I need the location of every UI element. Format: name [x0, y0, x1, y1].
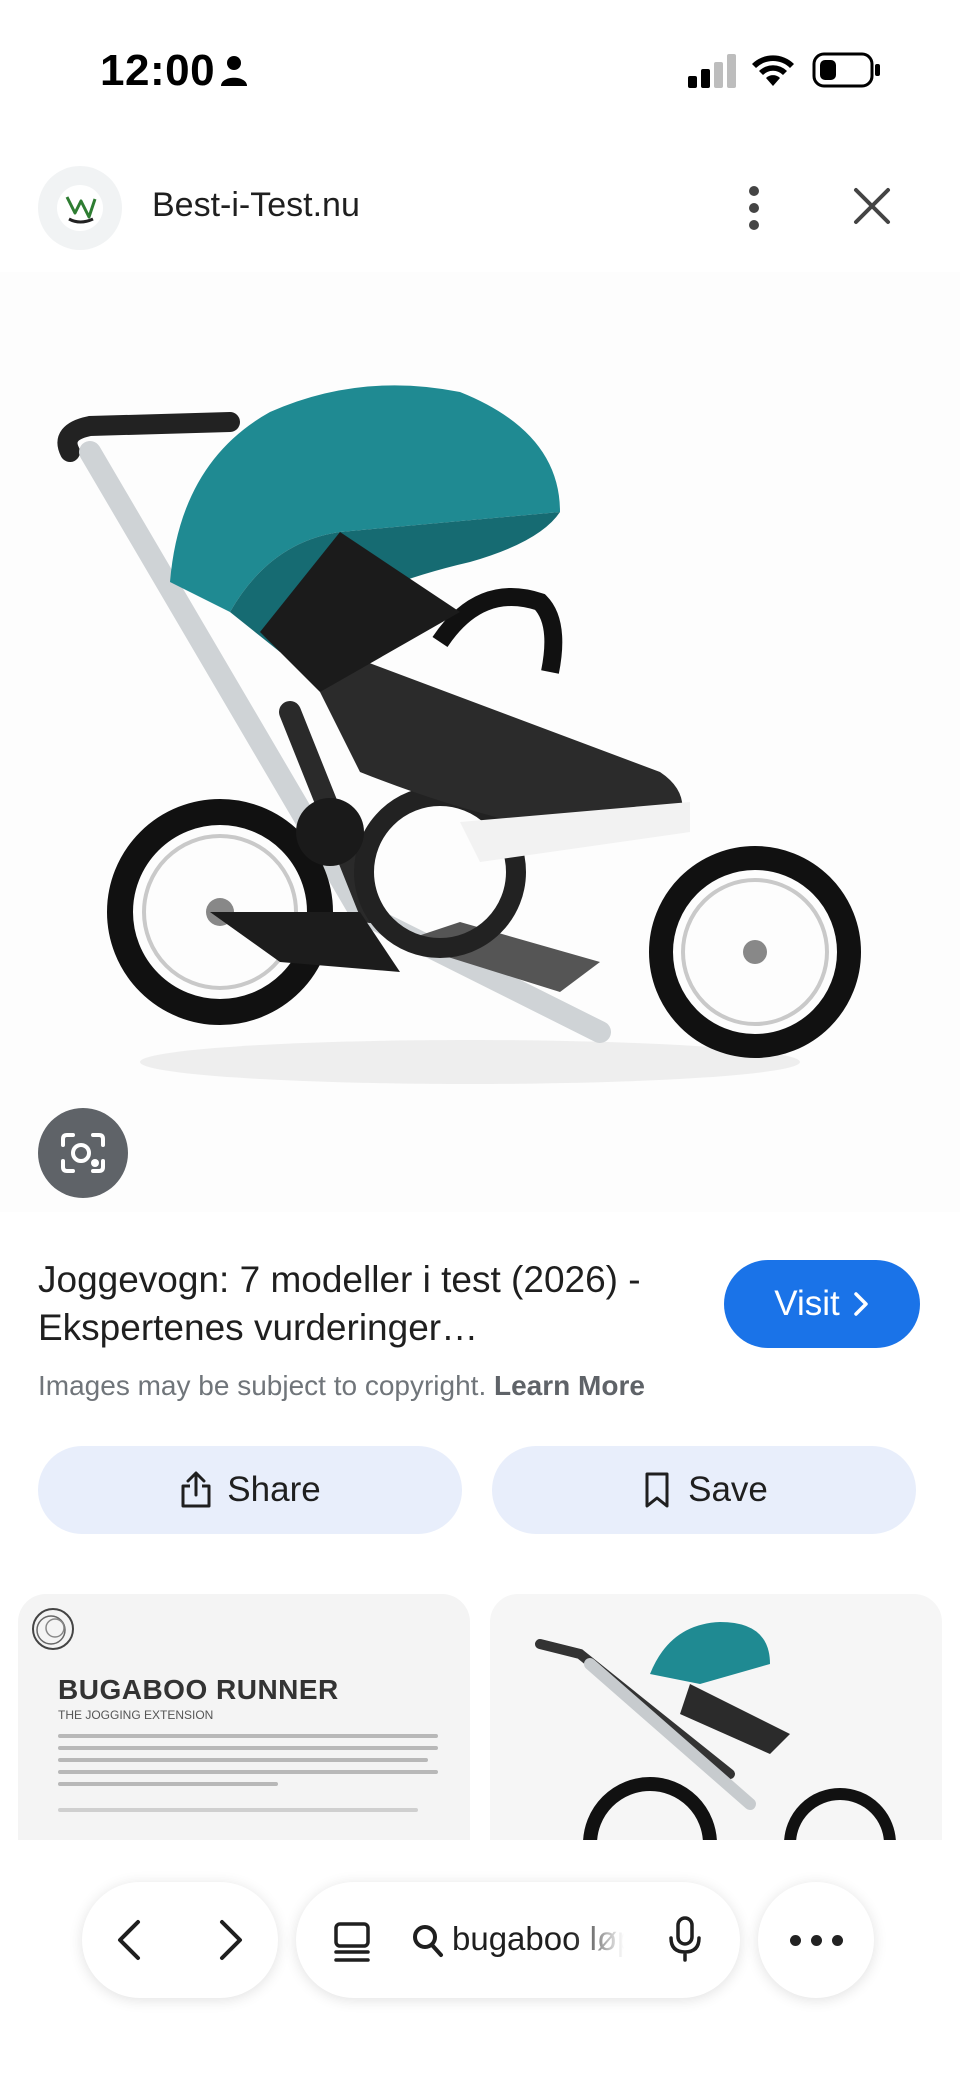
chevron-right-icon — [854, 1292, 868, 1316]
text-line — [58, 1770, 438, 1774]
brand-logo-icon — [32, 1608, 74, 1650]
search-bar[interactable]: bugaboo løpe — [296, 1882, 740, 1998]
site-logo-icon — [57, 185, 103, 231]
battery-icon — [812, 52, 880, 88]
result-image[interactable] — [0, 272, 960, 1212]
save-label: Save — [688, 1470, 768, 1509]
wifi-icon — [752, 55, 794, 86]
lens-icon — [61, 1133, 105, 1173]
more-vert-icon[interactable] — [736, 182, 772, 234]
header: Best-i-Test.nu — [0, 160, 960, 270]
tabs-icon[interactable] — [332, 1920, 372, 1964]
visit-label: Visit — [774, 1284, 840, 1323]
result-title[interactable]: Joggevogn: 7 modeller i test (2026) - Ek… — [38, 1256, 698, 1352]
share-label: Share — [227, 1470, 321, 1509]
person-icon — [221, 56, 247, 86]
text-line — [58, 1758, 428, 1762]
share-icon — [181, 1471, 211, 1508]
search-query[interactable]: bugaboo løpe — [452, 1920, 624, 1958]
thumbnail-heading: BUGABOO RUNNER — [58, 1674, 339, 1705]
copyright-notice: Images may be subject to copyright. Lear… — [38, 1370, 645, 1402]
close-icon[interactable] — [848, 182, 896, 230]
bottom-toolbar: bugaboo løpe — [0, 1846, 960, 2081]
more-menu-button[interactable] — [758, 1882, 874, 1998]
site-logo[interactable] — [38, 166, 122, 250]
navigation-pill — [82, 1882, 278, 1998]
stroller-image — [57, 385, 861, 1084]
thumbnail-subheading: THE JOGGING EXTENSION — [58, 1708, 214, 1722]
stroller-thumbnail-image — [535, 1622, 896, 1840]
status-bar: 12:00 — [0, 0, 960, 140]
visit-button[interactable]: Visit — [724, 1260, 920, 1348]
signal-icon — [688, 54, 736, 88]
copyright-text: Images may be subject to copyright. — [38, 1370, 487, 1401]
learn-more-link[interactable]: Learn More — [494, 1370, 645, 1401]
forward-arrow-icon[interactable] — [200, 1912, 256, 1968]
text-line — [58, 1746, 438, 1750]
search-icon — [413, 1925, 443, 1957]
related-thumbnail[interactable]: BUGABOO RUNNER THE JOGGING EXTENSION — [18, 1594, 470, 1840]
bookmark-icon — [645, 1472, 669, 1508]
back-arrow-icon[interactable] — [104, 1912, 160, 1968]
microphone-icon[interactable] — [668, 1916, 702, 1962]
google-lens-button[interactable] — [38, 1108, 128, 1198]
save-button[interactable]: Save — [492, 1446, 916, 1534]
text-line — [58, 1734, 438, 1738]
site-name[interactable]: Best-i-Test.nu — [152, 186, 360, 225]
status-time: 12:00 — [100, 46, 216, 95]
related-thumbnail[interactable] — [490, 1594, 942, 1840]
text-line — [58, 1808, 418, 1812]
text-line — [58, 1782, 278, 1786]
share-button[interactable]: Share — [38, 1446, 462, 1534]
